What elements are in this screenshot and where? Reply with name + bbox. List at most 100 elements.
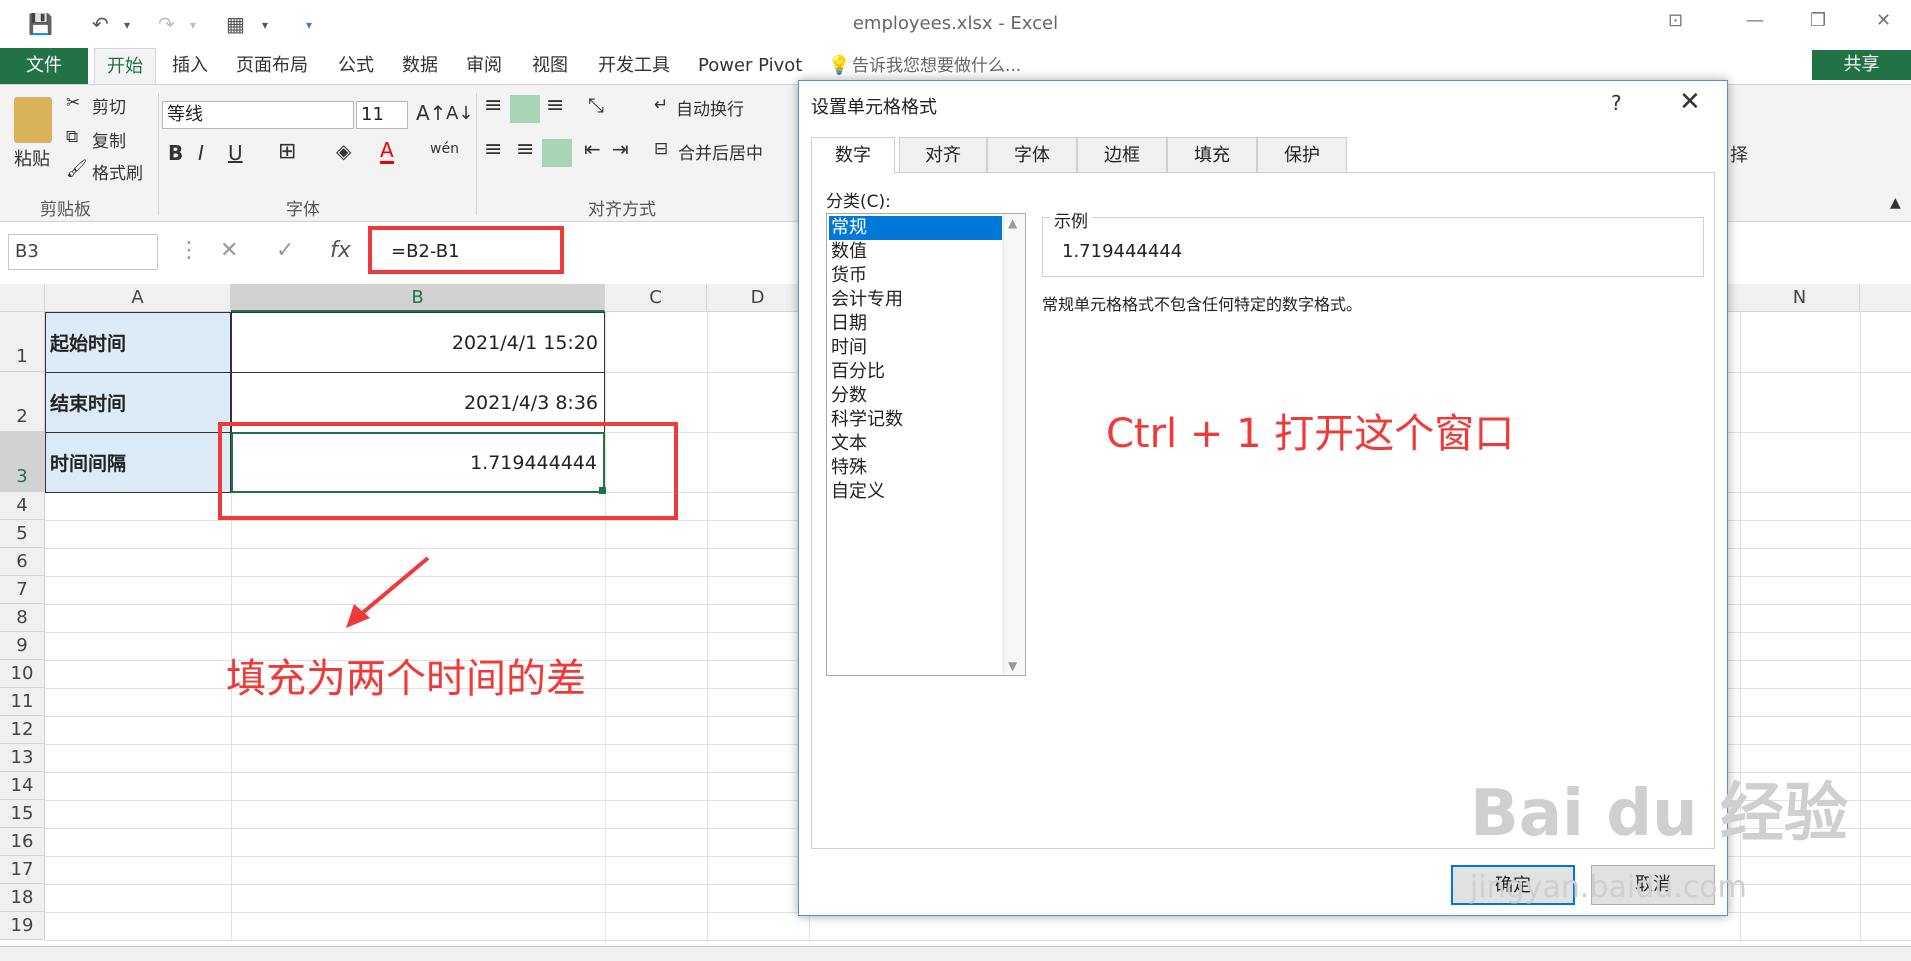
row-header-8[interactable]: 8: [0, 604, 45, 632]
tab-power-pivot[interactable]: Power Pivot: [698, 48, 802, 84]
cell-a1[interactable]: 起始时间: [45, 312, 231, 373]
column-header-n[interactable]: N: [1740, 284, 1860, 312]
confirm-entry-icon[interactable]: ✓: [276, 238, 294, 263]
category-number[interactable]: 数值: [829, 240, 1002, 264]
category-scrollbar[interactable]: ▲ ▼: [1003, 214, 1025, 675]
align-center-icon[interactable]: ≡: [516, 137, 534, 162]
italic-button[interactable]: I: [198, 141, 204, 165]
row-header-18[interactable]: 18: [0, 884, 45, 912]
name-box[interactable]: B3: [8, 234, 158, 270]
fill-color-icon[interactable]: ◈: [336, 139, 351, 163]
tab-font[interactable]: 字体: [987, 137, 1077, 173]
category-accounting[interactable]: 会计专用: [829, 288, 1002, 312]
tab-border[interactable]: 边框: [1077, 137, 1167, 173]
tab-review[interactable]: 审阅: [466, 48, 502, 84]
tab-formulas[interactable]: 公式: [338, 48, 374, 84]
category-currency[interactable]: 货币: [829, 264, 1002, 288]
align-left-icon[interactable]: ≡: [484, 137, 502, 162]
tab-developer[interactable]: 开发工具: [598, 48, 670, 84]
row-header-19[interactable]: 19: [0, 912, 45, 940]
bold-button[interactable]: B: [168, 141, 183, 165]
merge-center-button[interactable]: 合并后居中: [678, 139, 763, 164]
row-header-16[interactable]: 16: [0, 828, 45, 856]
tab-protection[interactable]: 保护: [1257, 137, 1347, 173]
minimize-icon[interactable]: —: [1746, 10, 1764, 31]
tab-alignment[interactable]: 对齐: [899, 137, 987, 173]
category-general[interactable]: 常规: [829, 216, 1002, 240]
row-header-1[interactable]: 1: [0, 312, 45, 372]
tab-number[interactable]: 数字: [811, 137, 895, 174]
copy-button[interactable]: 复制: [92, 127, 126, 152]
wrap-text-button[interactable]: 自动换行: [676, 95, 744, 120]
column-header-a[interactable]: A: [45, 284, 231, 312]
tab-page-layout[interactable]: 页面布局: [236, 48, 308, 84]
row-header-2[interactable]: 2: [0, 372, 45, 432]
close-icon[interactable]: ✕: [1679, 87, 1701, 117]
column-header-c[interactable]: C: [605, 284, 707, 312]
decrease-indent-icon[interactable]: ⇤: [584, 137, 601, 161]
help-button[interactable]: ?: [1611, 91, 1622, 115]
tell-me-search[interactable]: 告诉我您想要做什么...: [852, 48, 1021, 84]
format-painter-button[interactable]: 格式刷: [92, 159, 143, 184]
cell-a2[interactable]: 结束时间: [45, 372, 231, 433]
underline-button[interactable]: U: [228, 141, 243, 165]
row-header-3[interactable]: 3: [0, 432, 45, 492]
cell-b1[interactable]: 2021/4/1 15:20: [231, 312, 605, 373]
tab-insert[interactable]: 插入: [172, 48, 208, 84]
row-header-4[interactable]: 4: [0, 492, 45, 520]
row-header-9[interactable]: 9: [0, 632, 45, 660]
font-size-select[interactable]: 11: [356, 101, 408, 129]
category-time[interactable]: 时间: [829, 336, 1002, 360]
category-date[interactable]: 日期: [829, 312, 1002, 336]
paste-button[interactable]: 粘贴: [14, 145, 50, 171]
select-fragment[interactable]: 择: [1730, 141, 1748, 167]
tab-fill[interactable]: 填充: [1167, 137, 1257, 173]
category-percentage[interactable]: 百分比: [829, 360, 1002, 384]
share-button[interactable]: 共享: [1812, 50, 1911, 80]
sheet-tabs-bar[interactable]: [0, 946, 1911, 961]
row-header-13[interactable]: 13: [0, 744, 45, 772]
collapse-ribbon-icon[interactable]: ▲: [1890, 195, 1901, 211]
font-color-icon[interactable]: A: [380, 139, 394, 164]
row-header-7[interactable]: 7: [0, 576, 45, 604]
category-special[interactable]: 特殊: [829, 456, 1002, 480]
column-header-b[interactable]: B: [231, 284, 605, 312]
format-painter-icon[interactable]: 🖌: [66, 159, 88, 179]
ribbon-display-icon[interactable]: ⊡: [1668, 10, 1683, 31]
column-header-d[interactable]: D: [707, 284, 809, 312]
align-bottom-icon[interactable]: ≡: [546, 93, 564, 118]
tab-data[interactable]: 数据: [402, 48, 438, 84]
tab-file[interactable]: 文件: [0, 48, 88, 84]
merge-center-icon[interactable]: ⊟: [654, 139, 668, 159]
row-header-10[interactable]: 10: [0, 660, 45, 688]
font-name-select[interactable]: 等线: [162, 101, 354, 129]
category-custom[interactable]: 自定义: [829, 480, 1002, 504]
category-scientific[interactable]: 科学记数: [829, 408, 1002, 432]
category-fraction[interactable]: 分数: [829, 384, 1002, 408]
orientation-icon[interactable]: ⤡: [588, 93, 604, 117]
category-list[interactable]: 常规 数值 货币 会计专用 日期 时间 百分比 分数 科学记数 文本 特殊 自定…: [826, 213, 1026, 676]
wrap-text-icon[interactable]: ↵: [654, 95, 668, 115]
cut-button[interactable]: 剪切: [92, 93, 126, 118]
align-top-icon[interactable]: ≡: [484, 93, 502, 118]
cut-icon[interactable]: ✂: [66, 93, 80, 113]
row-header-14[interactable]: 14: [0, 772, 45, 800]
row-header-6[interactable]: 6: [0, 548, 45, 576]
tab-view[interactable]: 视图: [532, 48, 568, 84]
row-header-5[interactable]: 5: [0, 520, 45, 548]
cancel-entry-icon[interactable]: ✕: [220, 238, 238, 263]
row-header-12[interactable]: 12: [0, 716, 45, 744]
increase-indent-icon[interactable]: ⇥: [612, 137, 629, 161]
scroll-up-icon[interactable]: ▲: [1008, 216, 1017, 230]
cell-a3[interactable]: 时间间隔: [45, 432, 231, 493]
border-icon[interactable]: ⊞: [278, 139, 296, 164]
row-header-15[interactable]: 15: [0, 800, 45, 828]
category-text[interactable]: 文本: [829, 432, 1002, 456]
align-middle-icon[interactable]: [510, 95, 540, 123]
tab-home[interactable]: 开始: [94, 48, 156, 84]
row-header-17[interactable]: 17: [0, 856, 45, 884]
insert-function-icon[interactable]: fx: [330, 238, 351, 263]
select-all-corner[interactable]: [0, 284, 45, 312]
scroll-down-icon[interactable]: ▼: [1008, 659, 1017, 673]
row-header-11[interactable]: 11: [0, 688, 45, 716]
